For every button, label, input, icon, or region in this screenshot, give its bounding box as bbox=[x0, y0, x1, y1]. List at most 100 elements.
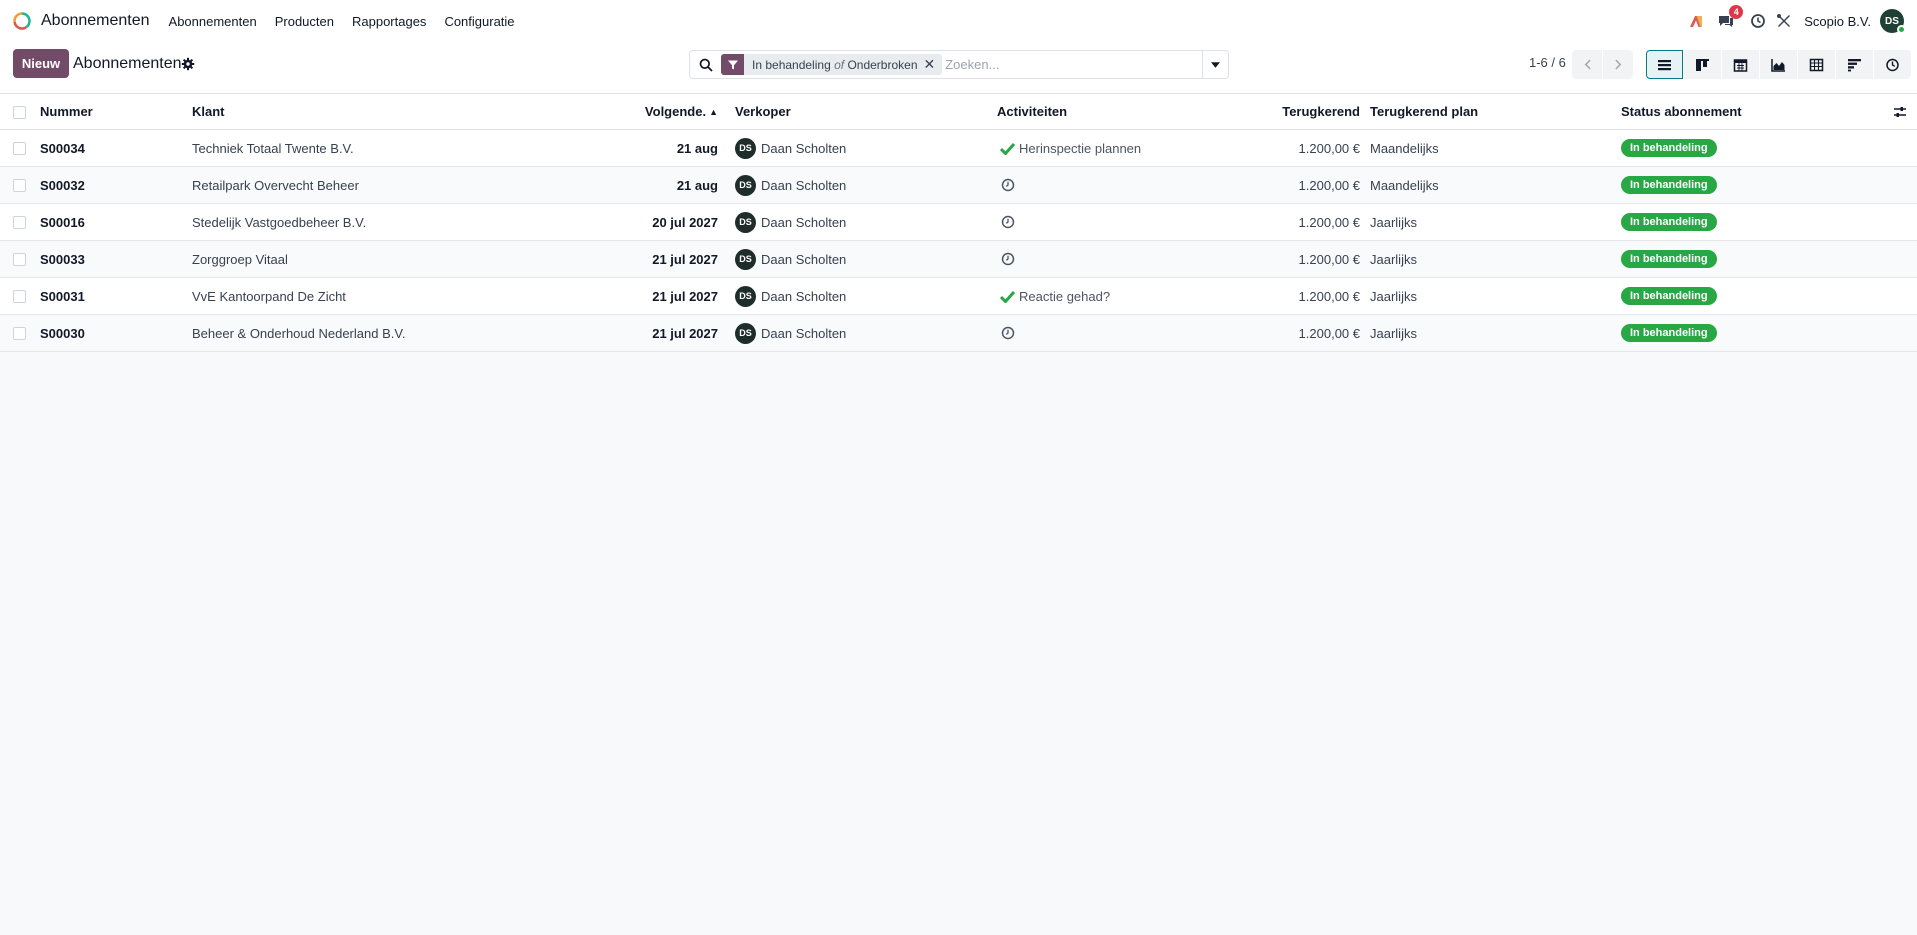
next-invoice-date: 21 jul 2027 bbox=[652, 325, 718, 341]
column-header-activiteiten[interactable]: Activiteiten bbox=[997, 94, 1247, 129]
activity-view-button[interactable] bbox=[1874, 50, 1911, 79]
sliders-icon bbox=[1894, 106, 1906, 117]
salesperson-avatar[interactable]: DS bbox=[735, 211, 756, 233]
messages-icon[interactable]: 4 bbox=[1718, 5, 1744, 29]
debug-tools-icon[interactable] bbox=[1776, 13, 1792, 29]
status-cell: In behandeling bbox=[1621, 278, 1821, 314]
next-invoice-date: 21 aug bbox=[676, 177, 718, 193]
status-badge: In behandeling bbox=[1621, 139, 1717, 157]
customer-name: VvE Kantoorpand De Zicht bbox=[192, 288, 346, 304]
status-cell: In behandeling bbox=[1621, 130, 1821, 166]
filter-facet[interactable]: In behandeling of Onderbroken ✕ bbox=[721, 54, 943, 75]
pivot-view-icon bbox=[1809, 58, 1824, 71]
pivot-view-button[interactable] bbox=[1798, 50, 1835, 79]
activity-clock-icon[interactable] bbox=[1001, 178, 1015, 192]
menu-item-configuratie[interactable]: Configuratie bbox=[435, 14, 523, 29]
salesperson-avatar[interactable]: DS bbox=[735, 285, 756, 307]
customer-name: Stedelijk Vastgoedbeheer B.V. bbox=[192, 214, 367, 230]
search-options-toggle[interactable] bbox=[1202, 51, 1228, 78]
row-checkbox[interactable] bbox=[13, 179, 26, 192]
column-header-verkoper[interactable]: Verkoper bbox=[735, 94, 985, 129]
row-checkbox[interactable] bbox=[13, 216, 26, 229]
search-icon bbox=[699, 58, 713, 72]
activities-cell bbox=[997, 241, 1247, 277]
row-checkbox[interactable] bbox=[13, 290, 26, 303]
calendar-view-button[interactable] bbox=[1722, 50, 1759, 79]
salesperson-avatar[interactable]: DS bbox=[735, 248, 756, 270]
subscription-number: S00030 bbox=[40, 325, 85, 341]
activity-clock-icon[interactable] bbox=[1001, 252, 1015, 266]
column-header-klant[interactable]: Klant bbox=[192, 94, 642, 129]
activities-cell: Reactie gehad? bbox=[997, 278, 1247, 314]
salesperson-avatar[interactable]: DS bbox=[735, 174, 756, 196]
salesperson-name: Daan Scholten bbox=[761, 214, 847, 230]
facet-remove-icon[interactable]: ✕ bbox=[924, 56, 943, 73]
activity-view-icon bbox=[1886, 58, 1899, 71]
kanban-view-icon bbox=[1696, 58, 1709, 71]
pager-previous-button[interactable] bbox=[1572, 50, 1602, 79]
salesperson: DS Daan Scholten bbox=[735, 278, 985, 314]
activities-cell: Herinspectie plannen bbox=[997, 130, 1247, 166]
table-row[interactable]: S00016 Stedelijk Vastgoedbeheer B.V. 20 ju… bbox=[0, 204, 1917, 241]
subscription-number: S00033 bbox=[40, 251, 85, 267]
salesperson-avatar[interactable]: DS bbox=[735, 322, 756, 344]
new-button[interactable]: Nieuw bbox=[13, 49, 69, 78]
column-header-volgende[interactable]: Volgende. ▲ bbox=[630, 94, 718, 129]
company-switcher[interactable]: Scopio B.V. bbox=[1804, 14, 1871, 29]
control-panel: Nieuw Abonnementen In behandeling of Ond… bbox=[0, 42, 1917, 94]
optional-columns-toggle[interactable] bbox=[1893, 94, 1909, 129]
table-row[interactable]: S00031 VvE Kantoorpand De Zicht 21 jul 202… bbox=[0, 278, 1917, 315]
column-header-plan[interactable]: Terugkerend plan bbox=[1370, 94, 1590, 129]
recurring-amount: 1.200,00 € bbox=[1298, 251, 1360, 267]
menu-item-abonnementen[interactable]: Abonnementen bbox=[160, 14, 266, 29]
salesperson-name: Daan Scholten bbox=[761, 140, 847, 156]
table-row[interactable]: S00030 Beheer & Onderhoud Nederland B.V. 2… bbox=[0, 315, 1917, 352]
next-invoice-date: 21 jul 2027 bbox=[652, 251, 718, 267]
user-avatar[interactable]: DS bbox=[1880, 9, 1906, 34]
salesperson: DS Daan Scholten bbox=[735, 241, 985, 277]
row-checkbox[interactable] bbox=[13, 142, 26, 155]
status-cell: In behandeling bbox=[1621, 167, 1821, 203]
table-row[interactable]: S00033 Zorggroep Vitaal 21 jul 2027 DS Daan … bbox=[0, 241, 1917, 278]
table-row[interactable]: S00034 Techniek Totaal Twente B.V. 21 aug D… bbox=[0, 130, 1917, 167]
check-icon bbox=[1000, 290, 1015, 303]
salesperson-name: Daan Scholten bbox=[761, 288, 847, 304]
search-input[interactable] bbox=[945, 57, 1202, 72]
column-header-terugkerend[interactable]: Terugkerend bbox=[1260, 94, 1360, 129]
kanban-view-button[interactable] bbox=[1684, 50, 1721, 79]
salesperson-avatar[interactable]: DS bbox=[735, 137, 756, 159]
activity-clock-icon[interactable] bbox=[1750, 13, 1766, 29]
caret-down-icon bbox=[1211, 61, 1220, 68]
ai-icon[interactable] bbox=[1688, 13, 1704, 29]
pager-value[interactable]: 1-6 / 6 bbox=[1529, 55, 1566, 70]
activities-cell bbox=[997, 204, 1247, 240]
recurring-plan: Jaarlijks bbox=[1370, 251, 1417, 267]
graph-view-button[interactable] bbox=[1760, 50, 1797, 79]
pager-next-button[interactable] bbox=[1603, 50, 1633, 79]
salesperson: DS Daan Scholten bbox=[735, 167, 985, 203]
user-initials: DS bbox=[1885, 15, 1899, 27]
graph-view-icon bbox=[1771, 58, 1785, 72]
menu-item-rapportages[interactable]: Rapportages bbox=[343, 14, 435, 29]
select-all-checkbox[interactable] bbox=[13, 106, 26, 119]
table-row[interactable]: S00032 Retailpark Overvecht Beheer 21 aug D… bbox=[0, 167, 1917, 204]
chevron-right-icon bbox=[1614, 59, 1621, 70]
search-bar: In behandeling of Onderbroken ✕ bbox=[689, 50, 1229, 79]
view-switcher bbox=[1646, 50, 1912, 79]
column-header-status[interactable]: Status abonnement bbox=[1621, 94, 1821, 129]
activity-summary: Reactie gehad? bbox=[1019, 288, 1111, 304]
activity-done[interactable]: Herinspectie plannen bbox=[997, 141, 1141, 156]
gear-icon[interactable] bbox=[181, 57, 195, 71]
row-checkbox[interactable] bbox=[13, 327, 26, 340]
subscription-number: S00016 bbox=[40, 214, 85, 230]
cohort-view-button[interactable] bbox=[1836, 50, 1873, 79]
row-checkbox[interactable] bbox=[13, 253, 26, 266]
app-brand[interactable]: Abonnementen bbox=[12, 11, 150, 31]
activity-done[interactable]: Reactie gehad? bbox=[997, 289, 1110, 304]
activity-clock-icon[interactable] bbox=[1001, 215, 1015, 229]
activity-clock-icon[interactable] bbox=[1001, 326, 1015, 340]
list-view-button[interactable] bbox=[1646, 50, 1683, 79]
menu-item-producten[interactable]: Producten bbox=[266, 14, 343, 29]
salesperson: DS Daan Scholten bbox=[735, 315, 985, 351]
column-header-nummer[interactable]: Nummer bbox=[40, 94, 185, 129]
